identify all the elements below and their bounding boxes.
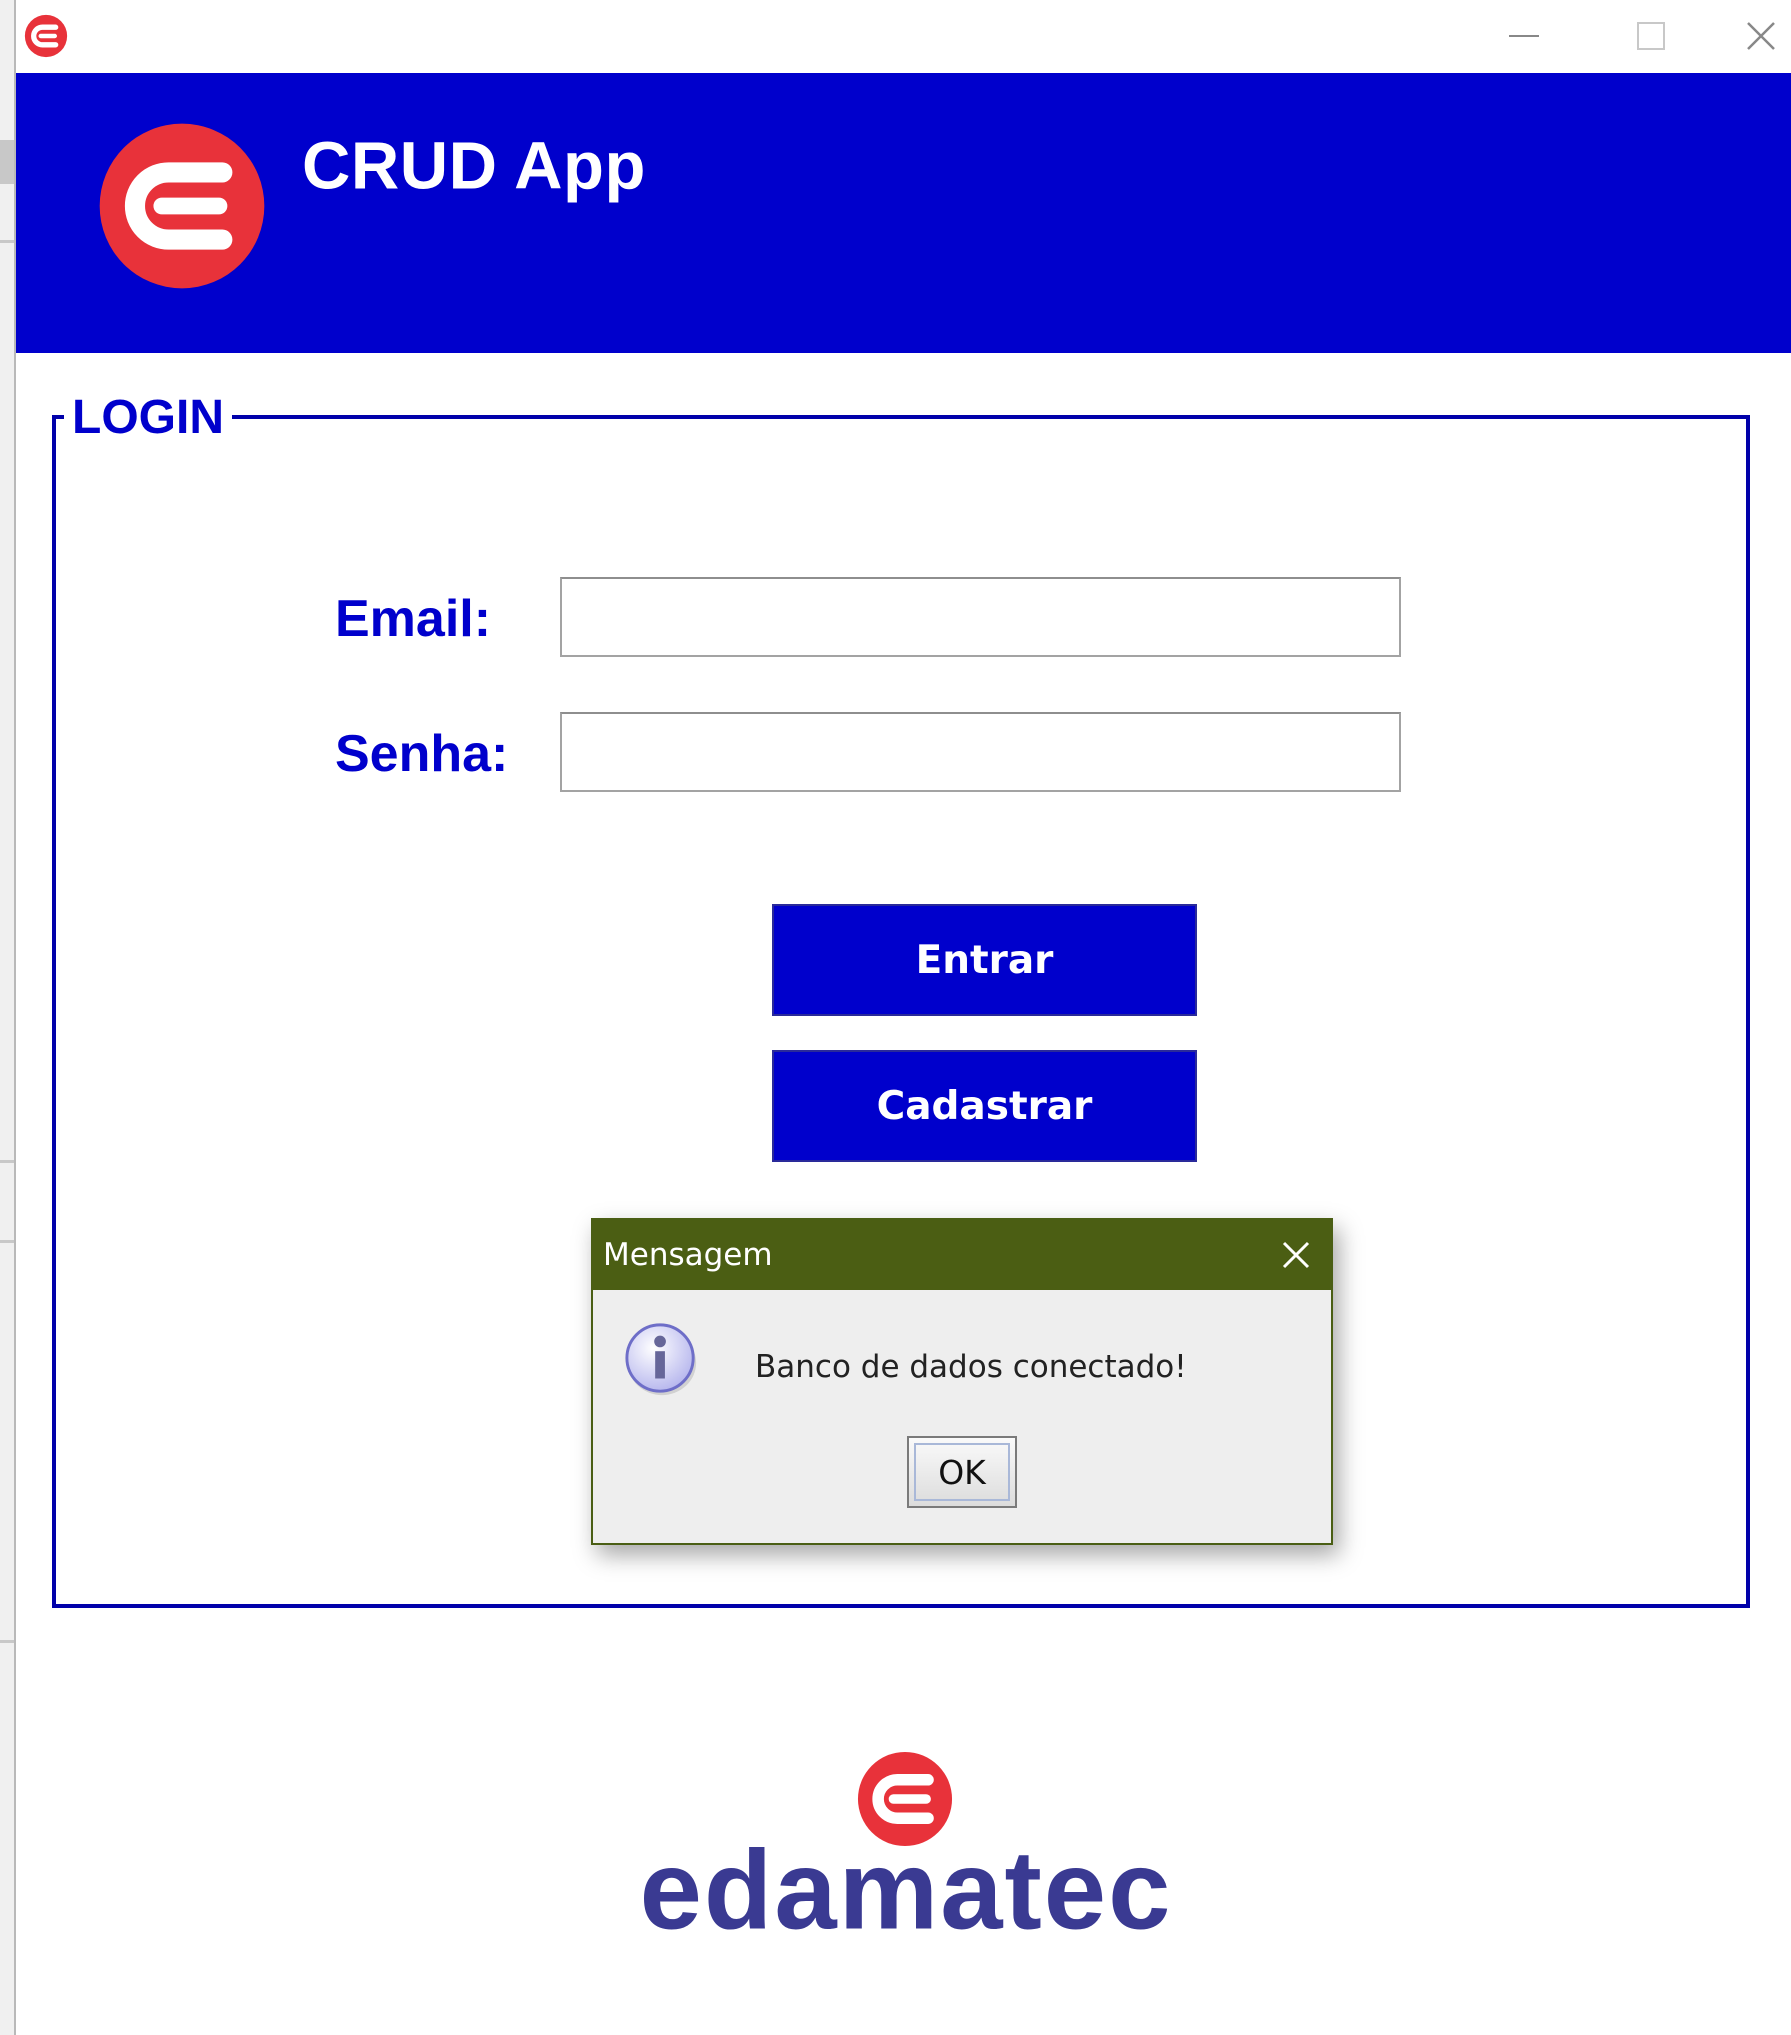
email-field[interactable] — [560, 577, 1401, 657]
minimize-icon — [1509, 35, 1539, 37]
footer-brand: edamatec — [639, 1827, 1173, 1953]
background-window-edge — [0, 0, 14, 2035]
close-icon — [1747, 22, 1775, 50]
window-titlebar — [16, 0, 1791, 73]
app-title: CRUD App — [302, 128, 646, 204]
maximize-icon — [1637, 22, 1665, 50]
dialog-title: Mensagem — [603, 1237, 773, 1273]
close-window-button[interactable] — [1731, 10, 1791, 62]
app-logo-icon — [24, 14, 68, 58]
edamatec-logo-icon — [99, 123, 265, 289]
password-label: Senha: — [335, 725, 509, 783]
password-field[interactable] — [560, 712, 1401, 792]
maximize-button[interactable] — [1621, 10, 1681, 62]
email-label: Email: — [335, 590, 492, 648]
login-legend: LOGIN — [64, 390, 232, 446]
register-button[interactable]: Cadastrar — [772, 1050, 1197, 1162]
minimize-button[interactable] — [1494, 10, 1554, 62]
dialog-message: Banco de dados conectado! — [755, 1349, 1187, 1385]
dialog-close-button[interactable] — [1273, 1232, 1319, 1278]
message-dialog: Mensagem Banco de dados conectado! OK — [591, 1218, 1333, 1545]
dialog-titlebar: Mensagem — [593, 1220, 1331, 1290]
ok-button[interactable]: OK — [907, 1436, 1017, 1508]
close-icon — [1282, 1241, 1310, 1269]
enter-button[interactable]: Entrar — [772, 904, 1197, 1016]
info-icon — [625, 1323, 697, 1396]
header-banner — [16, 73, 1791, 353]
